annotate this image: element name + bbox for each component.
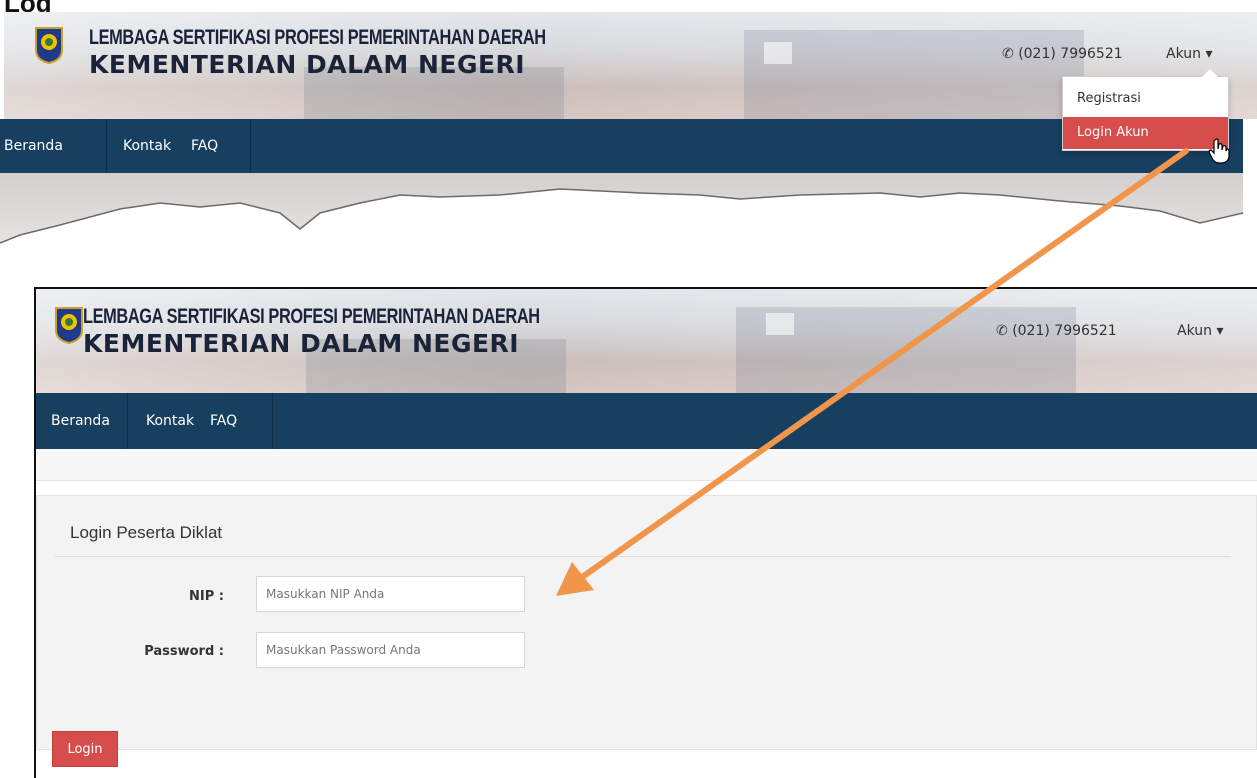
brand-title-line2: KEMENTERIAN DALAM NEGERI	[83, 329, 520, 358]
building-decor	[744, 30, 1084, 119]
building-decor	[766, 313, 794, 335]
account-menu-toggle[interactable]: Akun ▾	[1166, 46, 1212, 62]
brand-title-line1: LEMBAGA SERTIFIKASI PROFESI PEMERINTAHAN…	[89, 26, 546, 49]
account-dropdown-menu: Registrasi Login Akun	[1062, 69, 1229, 151]
nav-item-beranda[interactable]: Beranda	[51, 413, 110, 429]
nav-divider	[106, 119, 107, 173]
nav-divider	[127, 393, 128, 449]
main-navbar: Beranda Kontak FAQ	[0, 119, 1243, 173]
garuda-emblem-icon	[54, 306, 84, 348]
login-form-title: Login Peserta Diklat	[70, 523, 223, 542]
nav-item-faq[interactable]: FAQ	[191, 138, 218, 154]
building-decor	[764, 42, 792, 64]
nip-label: NIP :	[189, 589, 224, 604]
phone-icon: ✆	[1002, 46, 1014, 62]
account-label: Akun	[1177, 323, 1212, 339]
chevron-down-icon: ▾	[1205, 46, 1213, 62]
chevron-down-icon: ▾	[1216, 323, 1224, 339]
password-label: Password :	[144, 644, 224, 659]
nav-item-kontak[interactable]: Kontak	[123, 138, 171, 154]
phone-text: (021) 7996521	[1018, 46, 1123, 62]
brand-title-line1: LEMBAGA SERTIFIKASI PROFESI PEMERINTAHAN…	[83, 305, 540, 328]
phone-text: (021) 7996521	[1012, 323, 1117, 339]
nav-item-kontak[interactable]: Kontak	[146, 413, 194, 429]
nav-item-beranda[interactable]: Beranda	[4, 138, 63, 154]
login-button[interactable]: Login	[52, 731, 118, 767]
dropdown-item-registrasi[interactable]: Registrasi	[1063, 83, 1228, 115]
nip-input[interactable]	[256, 576, 525, 612]
nav-divider	[250, 119, 251, 173]
account-menu-toggle[interactable]: Akun ▾	[1177, 323, 1223, 339]
nav-divider	[272, 393, 273, 449]
password-input[interactable]	[256, 632, 525, 668]
phone-icon: ✆	[996, 323, 1008, 339]
header-preview-top: Log LEMBAGA SERTIFIKASI PROFESI PEMERINT…	[0, 0, 1257, 262]
login-card: Login Peserta Diklat NIP : Password :	[36, 495, 1257, 750]
main-navbar: Beranda Kontak FAQ	[36, 393, 1257, 449]
dropdown-item-login-akun[interactable]: Login Akun	[1063, 117, 1228, 149]
dropdown-caret	[1202, 69, 1218, 77]
brand-title-line2: KEMENTERIAN DALAM NEGERI	[89, 50, 526, 79]
content-top-strip	[36, 449, 1257, 481]
nav-item-faq[interactable]: FAQ	[210, 413, 237, 429]
header-banner: LEMBAGA SERTIFIKASI PROFESI PEMERINTAHAN…	[36, 289, 1257, 393]
account-label: Akun	[1166, 46, 1201, 62]
divider	[55, 556, 1231, 557]
garuda-emblem-icon	[34, 26, 64, 68]
phone-number: ✆ (021) 7996521	[1002, 46, 1123, 62]
torn-edge-decor	[0, 173, 1244, 244]
login-page-preview: LEMBAGA SERTIFIKASI PROFESI PEMERINTAHAN…	[34, 287, 1257, 778]
hand-cursor-icon	[1208, 138, 1230, 164]
phone-number: ✆ (021) 7996521	[996, 323, 1117, 339]
